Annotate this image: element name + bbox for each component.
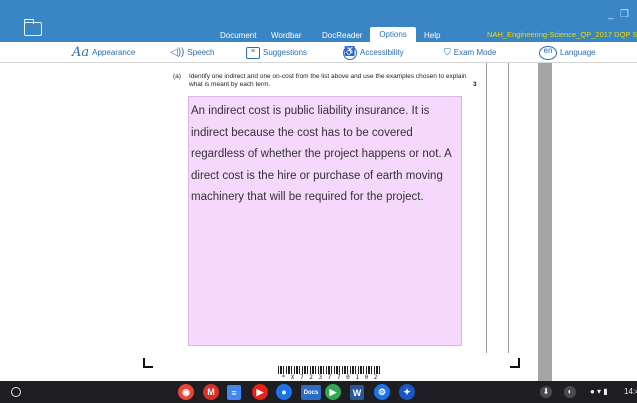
files-app-icon[interactable]: ● [276,384,292,400]
appearance-icon: Aa [72,45,90,60]
answer-box[interactable]: An indirect cost is public liability ins… [188,96,462,346]
speech-button[interactable]: ◁)) Speech [170,42,215,63]
open-folder-icon[interactable] [24,19,42,36]
tab-wordbar[interactable]: Wordbar [271,29,302,42]
launcher-icon[interactable] [11,387,21,397]
crop-mark-bottom-right [510,358,520,368]
answer-text[interactable]: An indirect cost is public liability ins… [191,101,453,209]
margin-line-left [486,63,487,353]
question-text: Identify one indirect and one on-cost fr… [189,73,467,88]
media-icon[interactable]: ◐ [564,386,576,398]
document-title: NAH_Engineering-Science_QP_2017 DQP S [487,30,637,39]
tab-document[interactable]: Document [220,29,256,42]
document-page: (a) Identify one indirect and one on-cos… [0,63,637,388]
appearance-button[interactable]: Aa Appearance [72,42,135,63]
chrome-app-icon[interactable]: ◉ [178,384,194,400]
exam-mode-icon: ⛉ [444,47,451,57]
docs-app-icon[interactable]: Docs [301,385,321,400]
barcode [278,366,382,374]
taskbar: ◉ M ≡ ▶ ● Docs ▶ W ⚙ ✦ ⬇ ◐ ● ▾ ▮ 14:43 [0,381,637,403]
question-label: (a) [173,73,181,80]
tab-help[interactable]: Help [424,29,440,42]
language-label: Language [560,48,596,57]
exam-mode-label: Exam Mode [453,48,497,57]
exam-mode-button[interactable]: ⛉ Exam Mode [444,42,496,63]
word-app-icon[interactable]: W [350,385,364,400]
google-docs-app-icon[interactable]: ≡ [227,385,241,400]
tab-docreader[interactable]: DocReader [322,29,362,42]
suggestions-button[interactable]: ≡ Suggestions [246,42,307,63]
settings-app-icon[interactable]: ⚙ [374,384,390,400]
download-icon[interactable]: ⬇ [540,386,552,398]
suggestions-icon: ≡ [246,46,260,59]
options-toolbar: Aa Appearance ◁)) Speech ≡ Suggestions ♿… [0,42,637,63]
app-window: _ ❐ Document Wordbar DocReader Options H… [0,0,637,403]
question-marks: 3 [473,81,477,88]
menu-bar: _ ❐ Document Wordbar DocReader Options H… [0,0,637,42]
page-gutter [538,63,552,381]
accessibility-app-icon[interactable]: ✦ [399,384,415,400]
speech-label: Speech [187,48,215,57]
accessibility-label: Accessibility [360,48,404,57]
language-icon: en [539,45,557,60]
suggestions-label: Suggestions [263,48,308,57]
minimize-button[interactable]: _ [608,10,614,20]
appearance-label: Appearance [92,48,136,57]
speech-icon: ◁)) [170,46,185,58]
margin-line-right [508,63,509,353]
language-button[interactable]: en Language [539,42,596,63]
clock[interactable]: 14:43 [624,387,637,397]
crop-mark-bottom-left [143,358,153,368]
gmail-app-icon[interactable]: M [203,384,219,400]
accessibility-button[interactable]: ♿ Accessibility [343,42,404,63]
accessibility-icon: ♿ [343,45,357,60]
play-store-app-icon[interactable]: ▶ [325,384,341,400]
status-area[interactable]: ● ▾ ▮ [590,387,608,397]
tab-options[interactable]: Options [370,27,416,42]
maximize-button[interactable]: ❐ [620,10,629,20]
youtube-app-icon[interactable]: ▶ [252,384,268,400]
